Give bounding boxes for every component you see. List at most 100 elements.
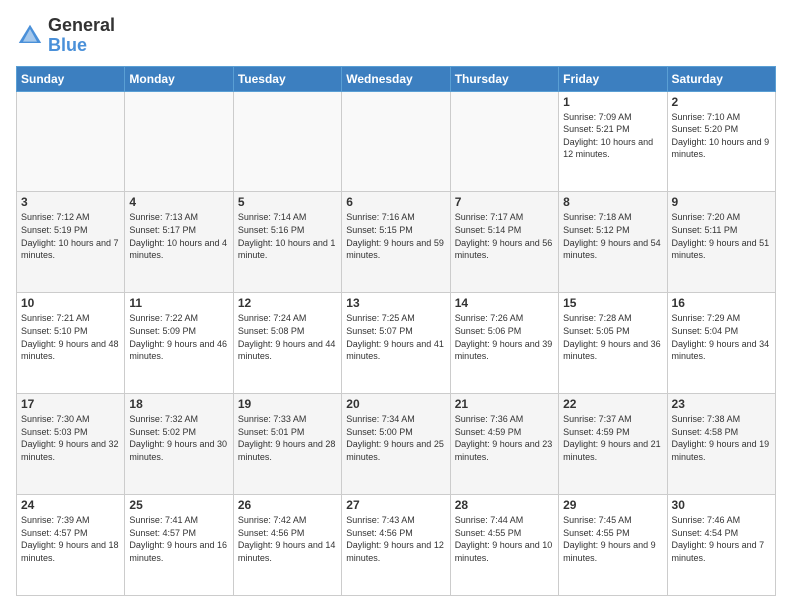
calendar-cell: 12Sunrise: 7:24 AM Sunset: 5:08 PM Dayli… (233, 293, 341, 394)
day-info: Sunrise: 7:17 AM Sunset: 5:14 PM Dayligh… (455, 211, 554, 261)
calendar-cell: 14Sunrise: 7:26 AM Sunset: 5:06 PM Dayli… (450, 293, 558, 394)
calendar-cell: 21 Sunrise: 7:36 AM Sunset: 4:59 PM Dayli… (450, 394, 558, 495)
calendar-cell: 2 Sunrise: 7:10 AM Sunset: 5:20 PM Daylig… (667, 91, 775, 192)
logo-text: General Blue (48, 16, 115, 56)
day-number: 22 (563, 397, 662, 411)
day-info: Sunrise: 7:24 AM Sunset: 5:08 PM Dayligh… (238, 312, 337, 362)
day-info: Sunrise: 7:28 AM Sunset: 5:05 PM Dayligh… (563, 312, 662, 362)
day-info: Sunrise: 7:38 AM Sunset: 4:58 PM Dayligh… (672, 413, 771, 463)
day-number: 25 (129, 498, 228, 512)
weekday-header-sunday: Sunday (17, 66, 125, 91)
day-info: Sunrise: 7:30 AM Sunset: 5:03 PM Dayligh… (21, 413, 120, 463)
day-info: Sunrise: 7:33 AM Sunset: 5:01 PM Dayligh… (238, 413, 337, 463)
weekday-header-monday: Monday (125, 66, 233, 91)
day-number: 15 (563, 296, 662, 310)
day-number: 2 (672, 95, 771, 109)
day-number: 26 (238, 498, 337, 512)
day-number: 23 (672, 397, 771, 411)
day-info: Sunrise: 7:22 AM Sunset: 5:09 PM Dayligh… (129, 312, 228, 362)
calendar-week-5: 24Sunrise: 7:39 AM Sunset: 4:57 PM Dayli… (17, 495, 776, 596)
day-number: 24 (21, 498, 120, 512)
calendar-cell: 30 Sunrise: 7:46 AM Sunset: 4:54 PM Dayli… (667, 495, 775, 596)
weekday-header-row: SundayMondayTuesdayWednesdayThursdayFrid… (17, 66, 776, 91)
day-number: 18 (129, 397, 228, 411)
header: General Blue (16, 16, 776, 56)
day-number: 19 (238, 397, 337, 411)
day-info: Sunrise: 7:13 AM Sunset: 5:17 PM Dayligh… (129, 211, 228, 261)
calendar-cell: 6Sunrise: 7:16 AM Sunset: 5:15 PM Daylig… (342, 192, 450, 293)
day-info: Sunrise: 7:36 AM Sunset: 4:59 PM Dayligh… (455, 413, 554, 463)
day-number: 28 (455, 498, 554, 512)
day-number: 6 (346, 195, 445, 209)
calendar-cell: 10 Sunrise: 7:21 AM Sunset: 5:10 PM Dayli… (17, 293, 125, 394)
weekday-header-tuesday: Tuesday (233, 66, 341, 91)
day-info: Sunrise: 7:45 AM Sunset: 4:55 PM Dayligh… (563, 514, 662, 564)
calendar-cell: 3 Sunrise: 7:12 AM Sunset: 5:19 PM Daylig… (17, 192, 125, 293)
calendar-cell: 20Sunrise: 7:34 AM Sunset: 5:00 PM Dayli… (342, 394, 450, 495)
day-number: 21 (455, 397, 554, 411)
day-number: 27 (346, 498, 445, 512)
day-number: 14 (455, 296, 554, 310)
calendar-cell: 27 Sunrise: 7:43 AM Sunset: 4:56 PM Dayli… (342, 495, 450, 596)
day-number: 13 (346, 296, 445, 310)
day-info: Sunrise: 7:20 AM Sunset: 5:11 PM Dayligh… (672, 211, 771, 261)
weekday-header-wednesday: Wednesday (342, 66, 450, 91)
calendar-cell: 24Sunrise: 7:39 AM Sunset: 4:57 PM Dayli… (17, 495, 125, 596)
day-info: Sunrise: 7:44 AM Sunset: 4:55 PM Dayligh… (455, 514, 554, 564)
calendar-cell: 22Sunrise: 7:37 AM Sunset: 4:59 PM Dayli… (559, 394, 667, 495)
day-number: 4 (129, 195, 228, 209)
day-info: Sunrise: 7:42 AM Sunset: 4:56 PM Dayligh… (238, 514, 337, 564)
day-number: 20 (346, 397, 445, 411)
day-number: 11 (129, 296, 228, 310)
calendar-cell: 18 Sunrise: 7:32 AM Sunset: 5:02 PM Dayli… (125, 394, 233, 495)
day-number: 17 (21, 397, 120, 411)
weekday-header-friday: Friday (559, 66, 667, 91)
day-info: Sunrise: 7:21 AM Sunset: 5:10 PM Dayligh… (21, 312, 120, 362)
day-info: Sunrise: 7:46 AM Sunset: 4:54 PM Dayligh… (672, 514, 771, 564)
day-number: 3 (21, 195, 120, 209)
calendar-cell: 4 Sunrise: 7:13 AM Sunset: 5:17 PM Daylig… (125, 192, 233, 293)
calendar-cell: 9Sunrise: 7:20 AM Sunset: 5:11 PM Daylig… (667, 192, 775, 293)
calendar-cell: 5 Sunrise: 7:14 AM Sunset: 5:16 PM Daylig… (233, 192, 341, 293)
day-number: 5 (238, 195, 337, 209)
weekday-header-saturday: Saturday (667, 66, 775, 91)
day-info: Sunrise: 7:18 AM Sunset: 5:12 PM Dayligh… (563, 211, 662, 261)
day-info: Sunrise: 7:41 AM Sunset: 4:57 PM Dayligh… (129, 514, 228, 564)
day-number: 29 (563, 498, 662, 512)
day-number: 30 (672, 498, 771, 512)
calendar-cell: 23 Sunrise: 7:38 AM Sunset: 4:58 PM Dayli… (667, 394, 775, 495)
day-info: Sunrise: 7:14 AM Sunset: 5:16 PM Dayligh… (238, 211, 337, 261)
calendar-table: SundayMondayTuesdayWednesdayThursdayFrid… (16, 66, 776, 596)
calendar-cell (17, 91, 125, 192)
day-number: 10 (21, 296, 120, 310)
calendar-cell: 1Sunrise: 7:09 AM Sunset: 5:21 PM Daylig… (559, 91, 667, 192)
day-number: 7 (455, 195, 554, 209)
day-number: 1 (563, 95, 662, 109)
day-number: 8 (563, 195, 662, 209)
day-info: Sunrise: 7:10 AM Sunset: 5:20 PM Dayligh… (672, 111, 771, 161)
day-info: Sunrise: 7:32 AM Sunset: 5:02 PM Dayligh… (129, 413, 228, 463)
calendar-cell: 8 Sunrise: 7:18 AM Sunset: 5:12 PM Daylig… (559, 192, 667, 293)
weekday-header-thursday: Thursday (450, 66, 558, 91)
logo-icon (16, 22, 44, 50)
calendar-cell: 16 Sunrise: 7:29 AM Sunset: 5:04 PM Dayli… (667, 293, 775, 394)
calendar-cell: 28 Sunrise: 7:44 AM Sunset: 4:55 PM Dayli… (450, 495, 558, 596)
calendar-cell: 13 Sunrise: 7:25 AM Sunset: 5:07 PM Dayli… (342, 293, 450, 394)
day-info: Sunrise: 7:12 AM Sunset: 5:19 PM Dayligh… (21, 211, 120, 261)
calendar-cell: 25 Sunrise: 7:41 AM Sunset: 4:57 PM Dayli… (125, 495, 233, 596)
calendar-cell: 19 Sunrise: 7:33 AM Sunset: 5:01 PM Dayli… (233, 394, 341, 495)
calendar-cell (342, 91, 450, 192)
page: General Blue SundayMondayTuesdayWednesda… (0, 0, 792, 612)
calendar-week-4: 17 Sunrise: 7:30 AM Sunset: 5:03 PM Dayli… (17, 394, 776, 495)
calendar-cell: 7 Sunrise: 7:17 AM Sunset: 5:14 PM Daylig… (450, 192, 558, 293)
calendar-cell: 17 Sunrise: 7:30 AM Sunset: 5:03 PM Dayli… (17, 394, 125, 495)
day-number: 16 (672, 296, 771, 310)
calendar-week-2: 3 Sunrise: 7:12 AM Sunset: 5:19 PM Daylig… (17, 192, 776, 293)
calendar-cell: 11 Sunrise: 7:22 AM Sunset: 5:09 PM Dayli… (125, 293, 233, 394)
day-info: Sunrise: 7:25 AM Sunset: 5:07 PM Dayligh… (346, 312, 445, 362)
logo: General Blue (16, 16, 115, 56)
calendar-cell: 15 Sunrise: 7:28 AM Sunset: 5:05 PM Dayli… (559, 293, 667, 394)
day-info: Sunrise: 7:29 AM Sunset: 5:04 PM Dayligh… (672, 312, 771, 362)
day-info: Sunrise: 7:43 AM Sunset: 4:56 PM Dayligh… (346, 514, 445, 564)
calendar-cell: 29 Sunrise: 7:45 AM Sunset: 4:55 PM Dayli… (559, 495, 667, 596)
